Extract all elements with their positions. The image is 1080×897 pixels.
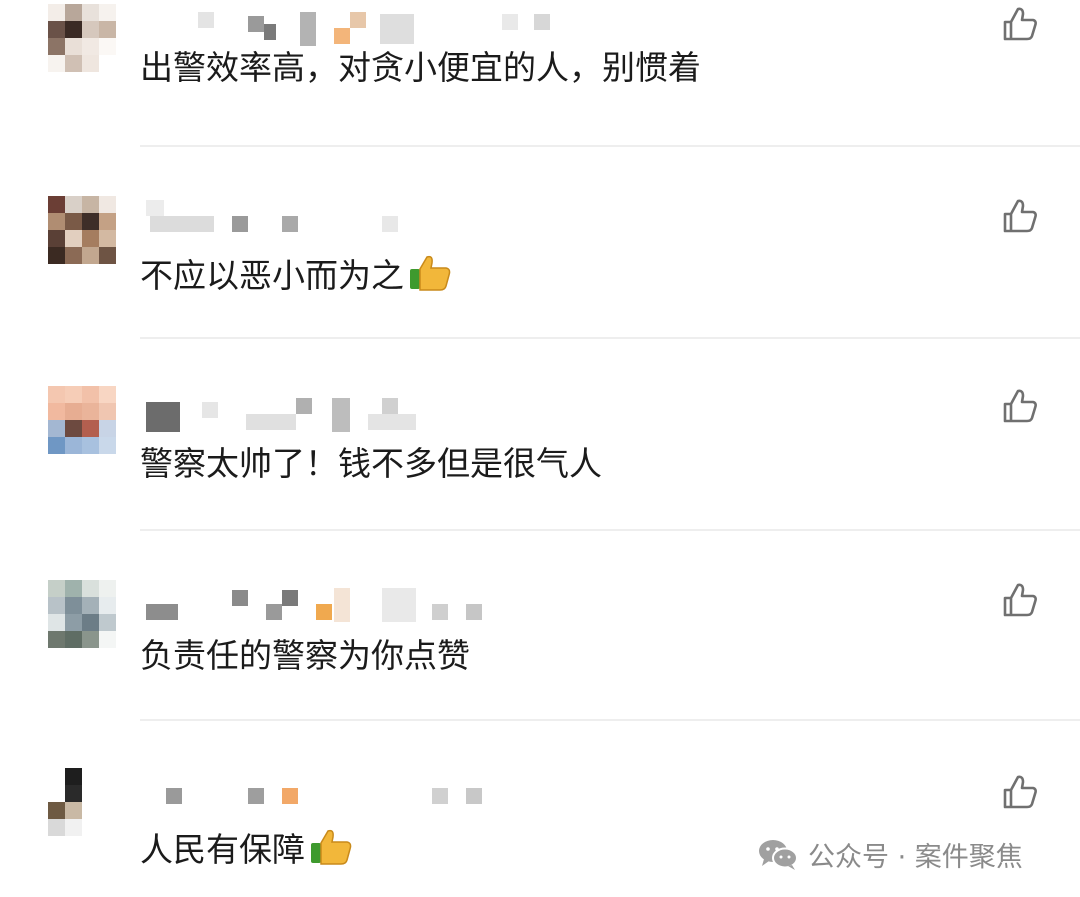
thumbs-up-outline-icon bbox=[1003, 583, 1037, 617]
username-blurred bbox=[140, 198, 560, 242]
thumbs-up-outline-icon bbox=[1003, 7, 1037, 41]
thumbs-up-emoji bbox=[311, 829, 352, 865]
like-button[interactable] bbox=[1000, 4, 1040, 44]
comment-text-content: 负责任的警察为你点赞 bbox=[140, 636, 470, 675]
like-button[interactable] bbox=[1000, 580, 1040, 620]
watermark: 公众号 · 案件聚焦 bbox=[758, 836, 1023, 873]
thumbs-up-outline-icon bbox=[1003, 199, 1037, 233]
comment-item: 不应以恶小而为之 bbox=[0, 196, 1080, 338]
watermark-text: 公众号 · 案件聚焦 bbox=[808, 841, 1023, 873]
like-button[interactable] bbox=[1000, 772, 1040, 812]
avatar[interactable] bbox=[48, 386, 116, 454]
comment-item: 负责任的警察为你点赞 bbox=[0, 580, 1080, 720]
divider bbox=[140, 145, 1080, 147]
avatar[interactable] bbox=[48, 580, 116, 648]
like-button[interactable] bbox=[1000, 386, 1040, 426]
comment-text: 警察太帅了！钱不多但是很气人 bbox=[140, 440, 602, 488]
username-blurred bbox=[140, 388, 560, 432]
comment-text: 出警效率高，对贪小便宜的人，别惯着 bbox=[140, 44, 701, 92]
wechat-icon bbox=[759, 840, 798, 870]
comment-text: 人民有保障 bbox=[140, 826, 353, 874]
divider bbox=[140, 529, 1080, 531]
username-blurred bbox=[140, 2, 560, 46]
comment-text-content: 出警效率高，对贪小便宜的人，别惯着 bbox=[140, 48, 701, 87]
avatar[interactable] bbox=[48, 4, 116, 72]
avatar[interactable] bbox=[48, 768, 116, 836]
comment-text: 负责任的警察为你点赞 bbox=[140, 632, 470, 680]
comment-item: 人民有保障 bbox=[0, 768, 1080, 897]
comment-text: 不应以恶小而为之 bbox=[140, 252, 452, 300]
username-blurred bbox=[140, 770, 560, 814]
thumbs-up-outline-icon bbox=[1003, 775, 1037, 809]
comment-text-content: 人民有保障 bbox=[140, 830, 305, 869]
divider bbox=[140, 719, 1080, 721]
thumbs-up-emoji bbox=[410, 255, 451, 291]
comment-item: 出警效率高，对贪小便宜的人，别惯着 bbox=[0, 0, 1080, 146]
like-button[interactable] bbox=[1000, 196, 1040, 236]
comment-text-content: 警察太帅了！钱不多但是很气人 bbox=[140, 444, 602, 483]
avatar[interactable] bbox=[48, 196, 116, 264]
comment-item: 警察太帅了！钱不多但是很气人 bbox=[0, 386, 1080, 530]
divider bbox=[140, 337, 1080, 339]
thumbs-up-outline-icon bbox=[1003, 389, 1037, 423]
comment-text-content: 不应以恶小而为之 bbox=[140, 256, 404, 295]
username-blurred bbox=[140, 582, 560, 626]
